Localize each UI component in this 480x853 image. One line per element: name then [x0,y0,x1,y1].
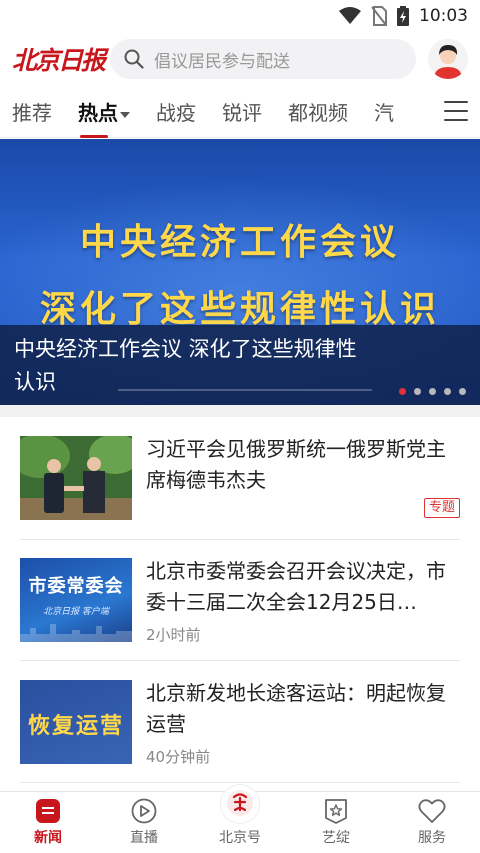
nav-services[interactable]: 服务 [384,792,480,853]
channel-menu-button[interactable] [442,98,470,124]
beijing-logo-icon [220,784,260,824]
nav-live[interactable]: 直播 [96,792,192,853]
headline-carousel[interactable]: 中央经济工作会议 深化了这些规律性认识 中央经济工作会议 深化了这些规律性认识 [0,139,480,405]
city-skyline-image [20,624,132,642]
carousel-dot[interactable] [459,388,466,395]
news-title: 北京市委常委会召开会议决定，市委十三届二次全会12月25日… [146,559,446,614]
carousel-dot[interactable] [399,388,406,395]
nav-label: 北京号 [219,830,261,846]
news-thumbnail [20,436,132,520]
news-title: 习近平会见俄罗斯统一俄罗斯党主席梅德韦杰夫 [146,437,446,492]
tab-hot[interactable]: 热点 [78,97,130,138]
chevron-down-icon [120,111,130,118]
status-time: 10:03 [419,6,468,26]
nav-label: 艺绽 [322,830,350,846]
section-gap [0,405,480,417]
topic-badge: 专题 [423,498,460,518]
wifi-icon [339,7,361,24]
news-time: 2小时前 [146,626,201,644]
photo-handshake-image [20,436,132,520]
tab-epidemic[interactable]: 战疫 [156,97,196,126]
banner-divider [118,389,372,391]
news-thumbnail: 市委常委会 北京日报 客户端 [20,558,132,642]
play-icon [131,798,157,824]
bottom-navigation: 新闻 直播 北京号 艺绽 服务 [0,784,480,853]
nav-beijing-hao[interactable]: 北京号 [192,784,288,853]
search-icon [124,49,144,69]
banner-image-title: 中央经济工作会议 [79,221,400,263]
news-time: 40分钟前 [146,748,211,766]
tab-commentary[interactable]: 锐评 [222,97,262,126]
thumbnail-text: 市委常委会 [28,576,124,597]
menu-line [444,101,468,103]
search-placeholder: 倡议居民参与配送 [154,51,290,72]
user-avatar[interactable] [428,39,468,79]
menu-line [444,110,468,112]
tab-recommend[interactable]: 推荐 [12,97,52,126]
carousel-dot[interactable] [414,388,421,395]
news-icon [36,799,60,823]
thumbnail-text: 恢复运营 [27,713,124,739]
list-divider [20,660,460,661]
no-sim-icon [371,6,387,26]
tab-hot-label: 热点 [78,101,118,125]
tab-auto[interactable]: 汽 [374,97,394,126]
thumbnail-subtext: 北京日报 客户端 [43,607,109,617]
battery-charging-icon [397,6,409,26]
channel-tabs: 推荐 热点 战疫 锐评 都视频 汽 [0,86,480,138]
list-divider [20,782,460,783]
news-item[interactable]: 市委常委会 北京日报 客户端 北京市委常委会召开会议决定，市委十三届二次全会12… [20,558,460,668]
news-title: 北京新发地长途客运站：明起恢复运营 [146,681,446,736]
tab-video[interactable]: 都视频 [288,97,348,126]
news-item[interactable]: 习近平会见俄罗斯统一俄罗斯党主席梅德韦杰夫 专题 [20,436,460,546]
star-badge-icon [325,799,347,824]
nav-label: 服务 [418,830,446,846]
nav-yizhan[interactable]: 艺绽 [288,792,384,853]
nav-news[interactable]: 新闻 [0,792,96,853]
carousel-indicator [399,388,466,395]
news-item[interactable]: 恢复运营 北京新发地长途客运站：明起恢复运营 40分钟前 [20,680,460,790]
nav-label: 新闻 [34,830,62,846]
carousel-dot[interactable] [429,388,436,395]
app-header: 北京日报 倡议居民参与配送 [0,32,480,86]
search-bar[interactable]: 倡议居民参与配送 [110,39,416,79]
carousel-dot[interactable] [444,388,451,395]
menu-line [444,119,468,121]
nav-label: 直播 [130,830,158,846]
avatar-icon [428,39,468,79]
app-logo[interactable]: 北京日报 [12,41,106,77]
heart-icon [418,799,446,823]
news-thumbnail: 恢复运营 [20,680,132,764]
status-bar: 10:03 [0,0,480,32]
list-divider [20,539,460,540]
